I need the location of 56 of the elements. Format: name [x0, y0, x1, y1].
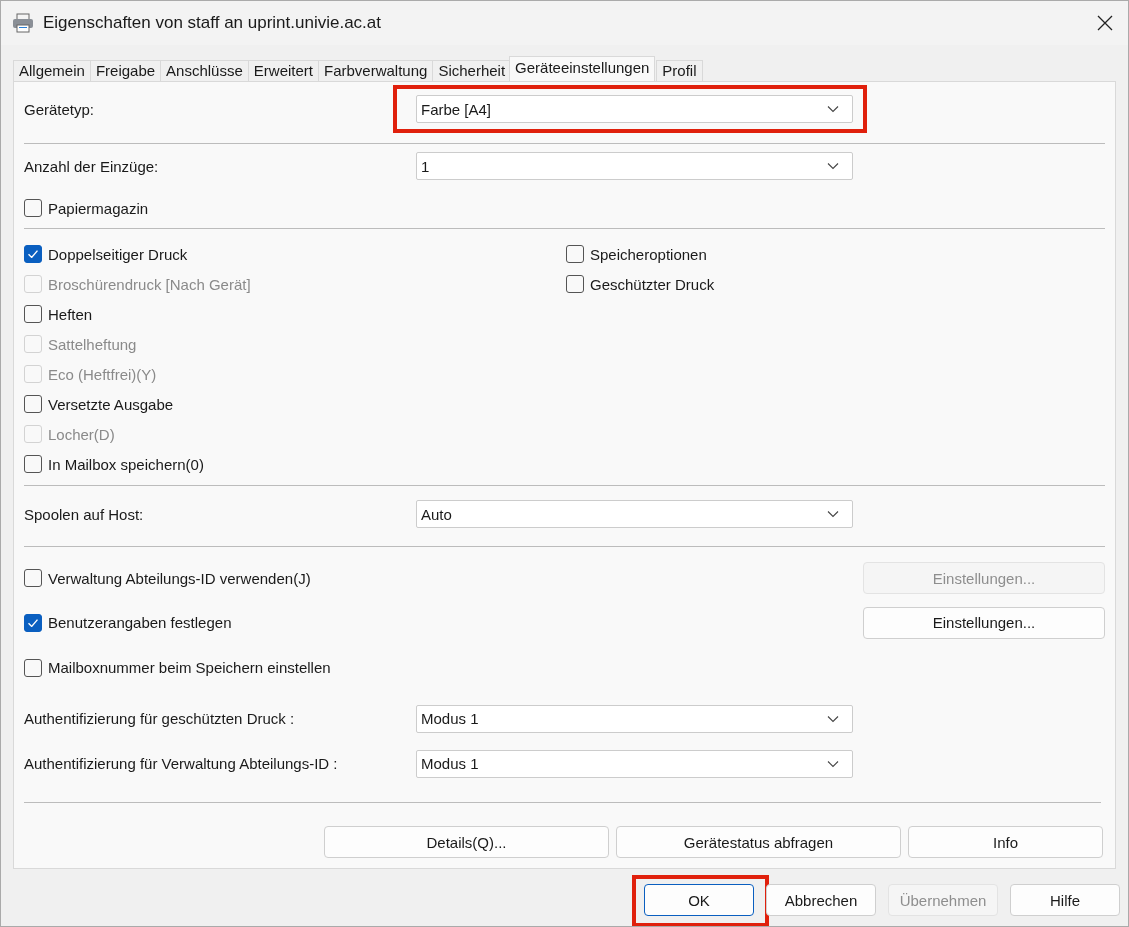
- settings-button[interactable]: Einstellungen...: [863, 606, 1105, 639]
- dropdown[interactable]: Modus 1: [416, 704, 853, 733]
- checkbox[interactable]: [24, 199, 42, 217]
- tab[interactable]: Profil: [656, 60, 703, 81]
- close-icon[interactable]: [1097, 15, 1113, 31]
- chevron-down-icon: [827, 105, 839, 113]
- checkbox-label: Doppelseitiger Druck: [48, 245, 188, 263]
- dropdown[interactable]: Auto: [416, 500, 853, 528]
- field-label: Authentifizierung für Verwaltung Abteilungs-ID :: [24, 755, 339, 772]
- checkbox-label: Mailboxnummer beim Speichern einstellen: [48, 659, 331, 676]
- chevron-down-icon: [827, 714, 839, 723]
- field-label: Spoolen auf Host:: [24, 505, 145, 523]
- checkbox[interactable]: [24, 658, 42, 677]
- checkbox[interactable]: [24, 395, 42, 413]
- tab[interactable]: Allgemein: [13, 60, 91, 81]
- checkmark-icon: [28, 250, 38, 258]
- checkmark-icon: [28, 618, 38, 627]
- checkbox[interactable]: [566, 275, 584, 293]
- chevron-down-icon: [827, 510, 839, 518]
- field-label: Authentifizierung für geschützten Druck :: [24, 710, 296, 727]
- checkbox-label: Speicheroptionen: [590, 245, 707, 263]
- action-button[interactable]: Details(Q)...: [324, 826, 609, 858]
- checkbox-label: Heften: [48, 305, 93, 323]
- field-label: Anzahl der Einzüge:: [24, 157, 160, 175]
- checkbox-label: Versetzte Ausgabe: [48, 395, 174, 413]
- dialog-button[interactable]: Hilfe: [1010, 884, 1120, 916]
- action-button[interactable]: Info: [908, 826, 1103, 858]
- field-label: Gerätetyp:: [24, 100, 96, 118]
- checkbox[interactable]: [24, 569, 42, 587]
- action-button[interactable]: Gerätestatus abfragen: [616, 826, 901, 858]
- checkbox-label: Broschürendruck [Nach Gerät]: [48, 275, 251, 293]
- chevron-down-icon: [827, 759, 839, 768]
- checkbox-label: Eco (Heftfrei)(Y): [48, 365, 157, 383]
- checkbox[interactable]: [24, 613, 42, 632]
- checkbox-label: Sattelheftung: [48, 335, 137, 353]
- dialog-button[interactable]: Abbrechen: [766, 884, 876, 916]
- checkbox-label: Benutzerangaben festlegen: [48, 614, 232, 631]
- checkbox-label: Geschützter Druck: [590, 275, 715, 293]
- tab[interactable]: Farbverwaltung: [318, 60, 434, 81]
- dialog-button[interactable]: OK: [644, 884, 754, 916]
- dropdown[interactable]: Modus 1: [416, 749, 853, 778]
- tab[interactable]: Freigabe: [89, 60, 162, 81]
- checkbox[interactable]: [566, 245, 584, 263]
- checkbox[interactable]: [24, 305, 42, 323]
- checkbox[interactable]: [24, 455, 42, 473]
- window-title: Eigenschaften von staff an uprint.univie.ac.at: [43, 13, 383, 33]
- chevron-down-icon: [827, 162, 839, 170]
- checkbox-label: Locher(D): [48, 425, 115, 443]
- checkbox[interactable]: [24, 245, 42, 263]
- dropdown[interactable]: 1: [416, 152, 853, 180]
- checkbox-label: In Mailbox speichern(0): [48, 455, 204, 473]
- tab[interactable]: Geräteeinstellungen: [509, 56, 656, 81]
- checkbox-label: Verwaltung Abteilungs-ID verwenden(J): [48, 569, 311, 587]
- dropdown[interactable]: Farbe [A4]: [416, 95, 853, 123]
- printer-icon: [12, 13, 34, 33]
- checkbox-label: Papiermagazin: [48, 199, 149, 217]
